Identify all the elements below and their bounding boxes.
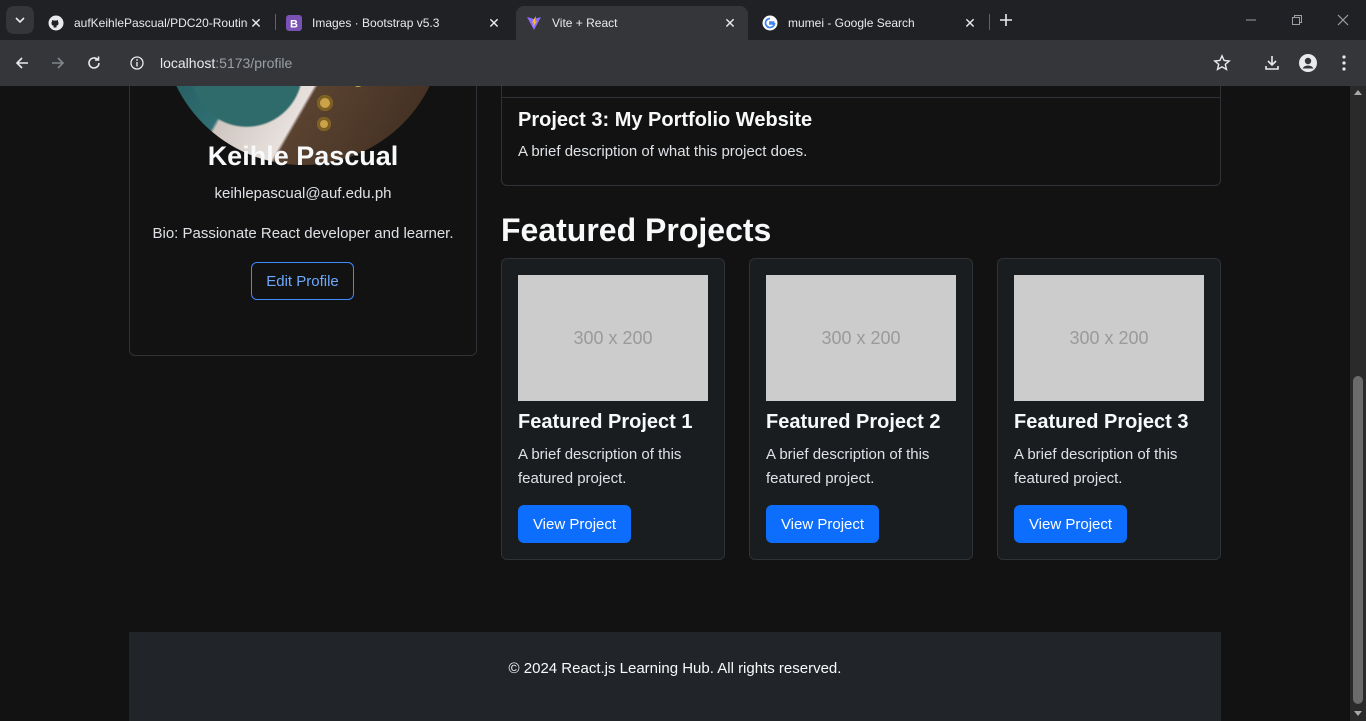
view-project-button[interactable]: View Project <box>766 505 879 543</box>
bootstrap-icon: B <box>286 15 302 31</box>
address-url: localhost:5173/profile <box>160 55 292 71</box>
window-close-button[interactable] <box>1320 0 1366 40</box>
tab-separator <box>989 14 990 30</box>
gear-ornament <box>352 86 364 87</box>
restore-icon <box>1292 15 1302 25</box>
featured-title: Featured Project 2 <box>766 411 941 433</box>
page-scrollbar[interactable] <box>1350 86 1366 721</box>
featured-description: A brief description of this featured pro… <box>518 446 682 487</box>
project-description: A brief description of what this project… <box>518 143 808 160</box>
new-tab-button[interactable] <box>994 8 1018 32</box>
featured-title: Featured Project 1 <box>518 411 693 433</box>
github-icon <box>48 15 64 31</box>
image-placeholder: 300 x 200 <box>766 275 956 401</box>
featured-title: Featured Project 3 <box>1014 411 1189 433</box>
page-viewport: Keihle Pascual keihlepascual@auf.edu.ph … <box>0 86 1350 721</box>
featured-card: 300 x 200 Featured Project 3 A brief des… <box>997 258 1221 560</box>
tab-github[interactable]: aufKeihlePascual/PDC20-Routing ✕ <box>38 6 274 40</box>
featured-description: A brief description of this featured pro… <box>766 446 930 487</box>
close-icon[interactable]: ✕ <box>722 15 738 31</box>
account-icon <box>1299 54 1317 72</box>
close-icon[interactable]: ✕ <box>486 15 502 31</box>
back-button[interactable] <box>8 49 36 77</box>
tab-google-search[interactable]: mumei - Google Search ✕ <box>752 6 988 40</box>
tab-bootstrap[interactable]: B Images · Bootstrap v5.3 ✕ <box>276 6 512 40</box>
svg-text:B: B <box>290 19 298 31</box>
forward-button[interactable] <box>44 49 72 77</box>
bookmark-button[interactable] <box>1208 49 1236 77</box>
reload-icon <box>88 56 100 69</box>
profile-button[interactable] <box>1294 49 1322 77</box>
scrollbar-thumb[interactable] <box>1353 376 1363 704</box>
image-placeholder: 300 x 200 <box>518 275 708 401</box>
browser-toolbar: localhost:5173/profile <box>0 40 1366 86</box>
project-title: Project 3: My Portfolio Website <box>518 109 813 131</box>
browser-menu-button[interactable] <box>1330 49 1358 77</box>
restore-button[interactable] <box>1274 0 1320 40</box>
plus-icon <box>1000 14 1012 26</box>
tab-title: mumei - Google Search <box>788 16 915 30</box>
address-path: :5173/profile <box>215 55 293 71</box>
close-icon[interactable]: ✕ <box>962 15 978 31</box>
info-icon <box>130 56 144 70</box>
vite-icon <box>526 15 542 31</box>
projects-list-card: Project 3: My Portfolio Website A brief … <box>501 86 1221 186</box>
image-placeholder: 300 x 200 <box>1014 275 1204 401</box>
edit-profile-button[interactable]: Edit Profile <box>251 262 354 300</box>
star-icon <box>1213 54 1231 71</box>
chevron-down-icon <box>15 17 25 24</box>
tab-title: aufKeihlePascual/PDC20-Routing <box>74 16 248 30</box>
close-icon <box>1337 14 1349 26</box>
list-divider <box>502 97 1220 98</box>
tab-title: Images · Bootstrap v5.3 <box>312 16 440 30</box>
reload-button[interactable] <box>80 49 108 77</box>
downloads-button[interactable] <box>1258 49 1286 77</box>
profile-card: Keihle Pascual keihlepascual@auf.edu.ph … <box>129 86 477 356</box>
tab-vite-react[interactable]: Vite + React ✕ <box>516 6 748 40</box>
featured-heading: Featured Projects <box>501 212 772 248</box>
featured-description: A brief description of this featured pro… <box>1014 446 1178 487</box>
footer: © 2024 React.js Learning Hub. All rights… <box>129 632 1221 721</box>
address-host: localhost <box>160 55 216 71</box>
download-icon <box>1265 56 1279 70</box>
footer-text: © 2024 React.js Learning Hub. All rights… <box>508 660 842 677</box>
gear-ornament <box>317 95 333 111</box>
tab-title: Vite + React <box>552 16 618 30</box>
view-project-button[interactable]: View Project <box>1014 505 1127 543</box>
arrow-right-icon <box>52 57 65 69</box>
view-project-button[interactable]: View Project <box>518 505 631 543</box>
tab-strip: aufKeihlePascual/PDC20-Routing ✕ B Image… <box>0 0 1366 40</box>
address-bar[interactable]: localhost:5173/profile <box>118 46 1246 80</box>
minimize-icon <box>1246 19 1256 21</box>
profile-email: keihlepascual@auf.edu.ph <box>214 185 392 202</box>
arrow-left-icon <box>15 57 28 69</box>
minimize-button[interactable] <box>1228 0 1274 40</box>
scroll-down-arrow-icon[interactable] <box>1354 711 1362 716</box>
tab-search-button[interactable] <box>6 6 34 34</box>
profile-name: Keihle Pascual <box>207 141 399 171</box>
profile-bio: Bio: Passionate React developer and lear… <box>152 225 454 242</box>
featured-card: 300 x 200 Featured Project 1 A brief des… <box>501 258 725 560</box>
scroll-up-arrow-icon[interactable] <box>1354 90 1362 95</box>
google-icon <box>762 15 778 31</box>
gear-ornament <box>317 117 331 131</box>
close-icon[interactable]: ✕ <box>248 15 264 31</box>
featured-card: 300 x 200 Featured Project 2 A brief des… <box>749 258 973 560</box>
more-vertical-icon <box>1342 55 1346 71</box>
